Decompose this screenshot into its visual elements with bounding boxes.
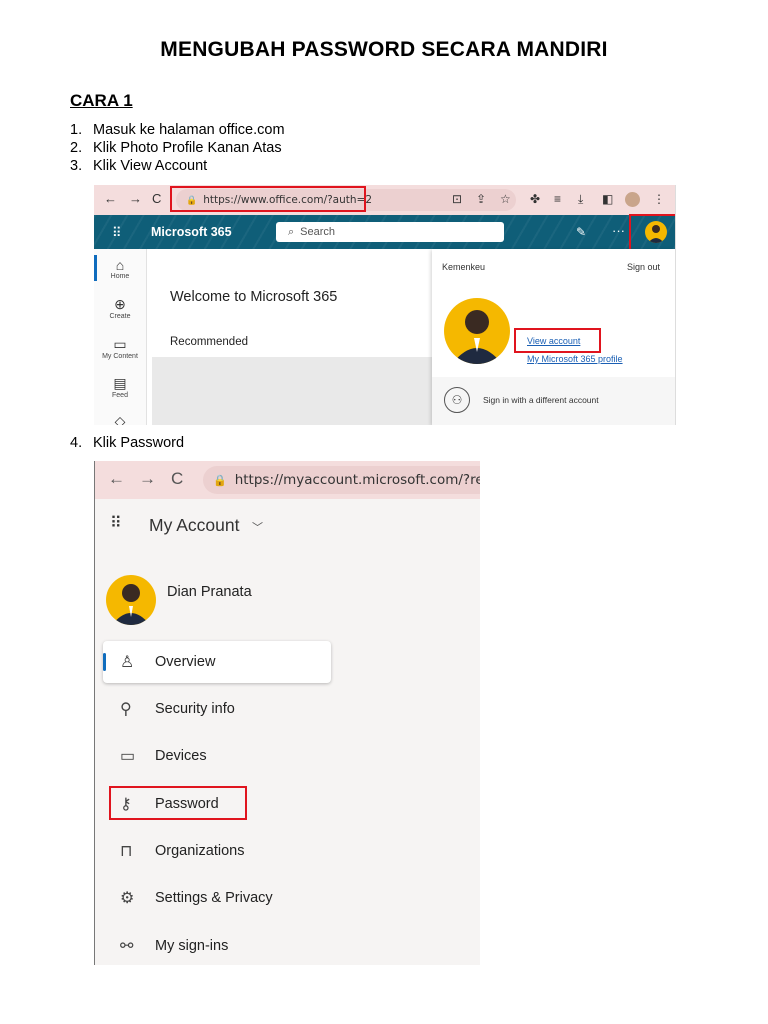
org-name: Kemenkeu <box>442 262 486 272</box>
browser-menu-icon[interactable]: ⋮ <box>653 192 665 206</box>
recommended-heading: Recommended <box>170 336 248 348</box>
forward-icon[interactable]: → <box>129 191 142 206</box>
star-icon[interactable]: ☆ <box>500 192 511 206</box>
recommended-card[interactable] <box>152 357 432 425</box>
nav-label: Settings & Privacy <box>155 890 273 906</box>
nav-label: Devices <box>155 748 207 764</box>
sign-ins-icon: ⚯ <box>120 938 134 955</box>
user-avatar <box>106 575 156 625</box>
welcome-heading: Welcome to Microsoft 365 <box>170 289 338 305</box>
add-person-icon: ⚇ <box>444 387 470 413</box>
reload-icon[interactable]: C <box>152 191 161 206</box>
nav-item-devices[interactable]: ▭ Devices <box>95 736 480 776</box>
nav-label: My sign-ins <box>155 938 229 954</box>
forward-icon[interactable]: → <box>139 469 156 489</box>
step-1: 1. Masuk ke halaman office.com <box>70 122 285 138</box>
nav-label: Security info <box>155 701 235 717</box>
edit-icon[interactable]: ✎ <box>576 225 586 239</box>
step-number: 1. <box>70 122 83 138</box>
waffle-icon[interactable]: ⠿ <box>110 513 122 533</box>
rail-label: My Content <box>102 353 138 360</box>
rail-label: Feed <box>112 392 128 399</box>
search-placeholder: Search <box>300 226 336 238</box>
search-box[interactable]: ⌕ Search <box>276 222 504 242</box>
extensions-icon[interactable]: ✤ <box>530 192 540 206</box>
queue-icon[interactable]: ≡ <box>554 192 561 206</box>
address-bar[interactable]: 🔒 https://myaccount.microsoft.com/?ref=M <box>203 466 480 494</box>
different-account-label[interactable]: Sign in with a different account <box>483 395 599 405</box>
lock-icon: 🔒 <box>213 474 227 487</box>
nav-item-settings-privacy[interactable]: ⚙ Settings & Privacy <box>95 878 480 918</box>
rail-item-home[interactable]: ⌂ Home <box>94 257 146 280</box>
avatar-portrait <box>112 584 150 625</box>
avatar-highlight-box <box>629 214 675 254</box>
apps-icon: ◇ <box>114 413 126 425</box>
section-heading: CARA 1 <box>70 91 133 110</box>
briefcase-icon: ⊓ <box>120 843 133 860</box>
nav-item-overview[interactable]: ♙ Overview <box>95 642 480 682</box>
step-2: 2. Klik Photo Profile Kanan Atas <box>70 140 282 156</box>
more-icon[interactable]: ··· <box>612 223 625 238</box>
feed-icon: ▤ <box>113 375 127 391</box>
plus-icon: ⊕ <box>114 296 126 312</box>
m365-profile-link[interactable]: My Microsoft 365 profile <box>527 354 623 364</box>
step-3: 3. Klik View Account <box>70 158 207 174</box>
rail-label: Create <box>109 313 131 320</box>
nav-label: Overview <box>155 654 216 670</box>
account-avatar <box>444 298 510 364</box>
nav-item-organizations[interactable]: ⊓ Organizations <box>95 831 480 871</box>
person-icon: ♙ <box>120 654 135 671</box>
office-screenshot: ← → C 🔒 https://www.office.com/?auth=2 ⊡ … <box>94 185 676 425</box>
user-name: Dian Pranata <box>167 584 252 600</box>
share-icon[interactable]: ⇪ <box>476 192 486 206</box>
nav-item-my-sign-ins[interactable]: ⚯ My sign-ins <box>95 926 480 965</box>
rail-item-apps[interactable]: ◇ <box>94 413 146 425</box>
url-text: https://myaccount.microsoft.com/?ref=M <box>234 472 480 488</box>
waffle-icon[interactable]: ⠿ <box>112 225 122 241</box>
chevron-down-icon[interactable]: ﹀ <box>252 519 263 535</box>
download-icon[interactable]: ⤓ <box>578 192 583 207</box>
step-text: Masuk ke halaman office.com <box>93 122 285 138</box>
app-name[interactable]: Microsoft 365 <box>151 225 232 239</box>
search-icon: ⌕ <box>288 226 295 238</box>
nav-label: Organizations <box>155 843 245 859</box>
step-number: 3. <box>70 158 83 174</box>
step-number: 4. <box>70 435 83 451</box>
back-icon[interactable]: ← <box>108 469 125 489</box>
view-account-highlight-box <box>514 328 601 353</box>
step-text: Klik View Account <box>93 158 208 174</box>
myaccount-screenshot: ← → C 🔒 https://myaccount.microsoft.com/?… <box>94 461 480 965</box>
app-name[interactable]: My Account <box>149 515 239 536</box>
gear-icon: ⚙ <box>120 890 135 907</box>
home-icon: ⌂ <box>115 257 125 273</box>
step-4: 4. Klik Password <box>70 435 184 451</box>
rail-item-feed[interactable]: ▤ Feed <box>94 375 146 399</box>
security-info-icon: ⚲ <box>120 701 132 718</box>
password-highlight-box <box>109 786 247 820</box>
rail-item-my-content[interactable]: ▭ My Content <box>94 336 146 360</box>
step-number: 2. <box>70 140 83 156</box>
avatar-portrait <box>452 310 502 364</box>
step-text: Klik Password <box>93 435 185 451</box>
url-highlight-box <box>170 186 366 212</box>
browser-profile-icon[interactable] <box>625 192 640 207</box>
back-icon[interactable]: ← <box>104 191 117 206</box>
nav-item-security-info[interactable]: ⚲ Security info <box>95 689 480 729</box>
sign-out-link[interactable]: Sign out <box>627 262 660 272</box>
reload-icon[interactable]: C <box>171 469 183 489</box>
install-icon[interactable]: ⊡ <box>452 192 462 206</box>
laptop-icon: ▭ <box>120 748 136 765</box>
rail-label: Home <box>110 273 130 280</box>
rail-item-create[interactable]: ⊕ Create <box>94 296 146 320</box>
sidepanel-icon[interactable]: ◧ <box>602 192 613 206</box>
folder-icon: ▭ <box>113 336 127 352</box>
document-title: MENGUBAH PASSWORD SECARA MANDIRI <box>160 38 608 61</box>
step-text: Klik Photo Profile Kanan Atas <box>93 140 282 156</box>
